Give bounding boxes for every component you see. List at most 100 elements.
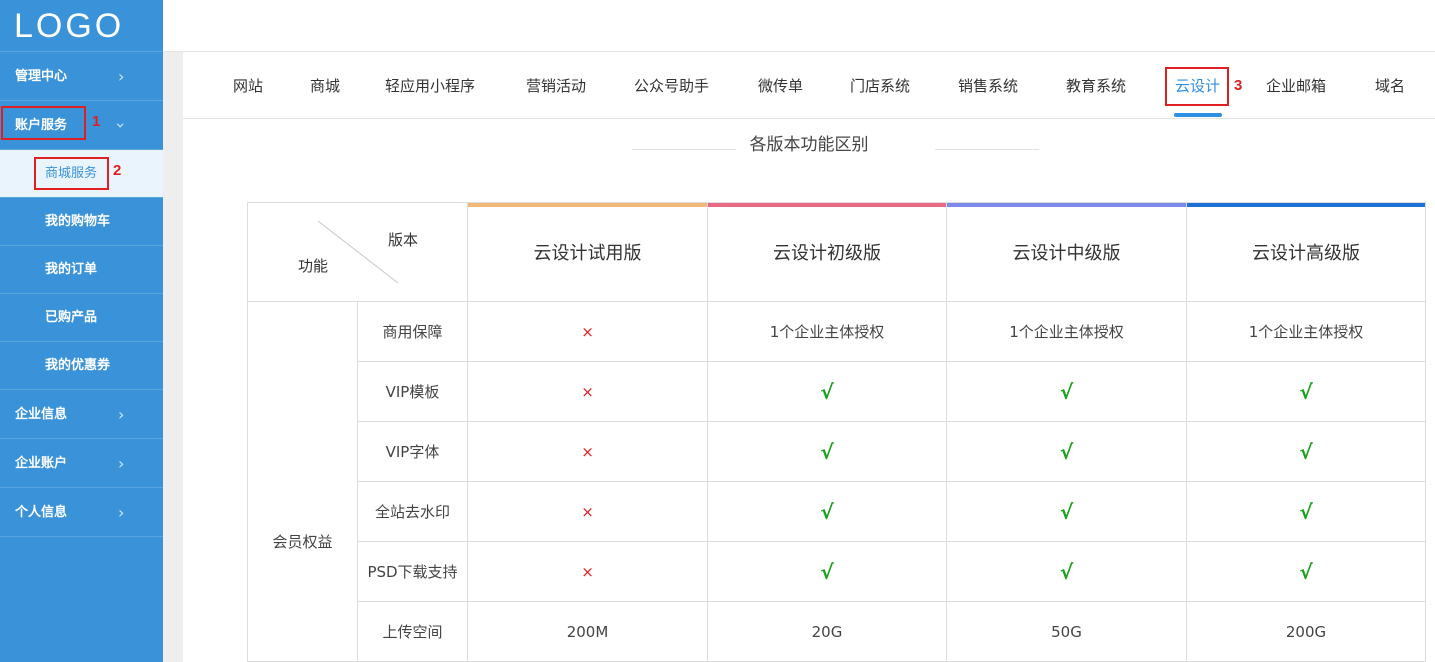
sidebar: LOGO 管理中心 › 账户服务 › 商城服务 我的购物车 我的订单 已购产品 … [0, 0, 163, 662]
sidebar-subitem-orders[interactable]: 我的订单 [0, 246, 163, 294]
cell-value: √ [946, 421, 1187, 482]
sidebar-item-company-account[interactable]: 企业账户 › [0, 439, 163, 488]
sidebar-subitem-label: 已购产品 [45, 310, 98, 325]
check-icon: √ [1299, 439, 1313, 464]
tab-sales-system[interactable]: 销售系统 [958, 53, 1018, 119]
annotation-number-2: 2 [113, 162, 122, 179]
tab-education-system[interactable]: 教育系统 [1066, 53, 1126, 119]
check-icon: √ [820, 379, 834, 404]
feature-name: PSD下载支持 [357, 541, 468, 602]
version-name: 云设计高级版 [1252, 243, 1360, 264]
feature-name: VIP模板 [357, 361, 468, 422]
chevron-right-icon: › [118, 405, 125, 424]
sidebar-subitem-coupons[interactable]: 我的优惠券 [0, 342, 163, 390]
section-title: 各版本功能区别 [749, 135, 869, 155]
sidebar-item-company-info[interactable]: 企业信息 › [0, 390, 163, 439]
tab-wechat-assistant[interactable]: 公众号助手 [634, 53, 709, 119]
cell-value: √ [946, 361, 1187, 422]
cell-value: × [467, 541, 708, 602]
cell-value: √ [1186, 361, 1426, 422]
tab-website[interactable]: 网站 [233, 53, 263, 119]
sidebar-item-management[interactable]: 管理中心 › [0, 52, 163, 101]
cell-value: × [467, 301, 708, 362]
check-icon: √ [820, 439, 834, 464]
sidebar-item-label: 企业信息 [15, 407, 68, 422]
version-header-basic: 云设计初级版 [707, 202, 947, 302]
chevron-right-icon: › [118, 454, 125, 473]
gutter [163, 52, 183, 662]
check-icon: √ [820, 559, 834, 584]
active-tab-underline [1174, 113, 1222, 117]
cell-value: √ [1186, 541, 1426, 602]
table-row: 会员权益 商用保障 × 1个企业主体授权 1个企业主体授权 1个企业主体授权 [247, 301, 1426, 662]
feature-name: 上传空间 [357, 601, 468, 662]
cell-value: 1个企业主体授权 [707, 301, 947, 362]
cell-value: √ [1186, 481, 1426, 542]
version-comparison-table: 版本 功能 云设计试用版 云设计初级版 云设计中级版 云设计高级版 会员权益 商… [247, 202, 1426, 662]
cell-value: √ [946, 481, 1187, 542]
product-tabs: 网站 商城 轻应用小程序 营销活动 公众号助手 微传单 门店系统 销售系统 教育… [183, 53, 1435, 119]
sidebar-subitem-purchased[interactable]: 已购产品 [0, 294, 163, 342]
version-header-advanced: 云设计高级版 [1186, 202, 1426, 302]
table-row: 上传空间 200M 20G 50G 200G [248, 601, 1426, 662]
cell-value: × [467, 481, 708, 542]
chevron-right-icon: › [118, 503, 125, 522]
sidebar-item-label: 管理中心 [15, 69, 68, 84]
cross-icon: × [581, 382, 594, 401]
tab-enterprise-mail[interactable]: 企业邮箱 [1266, 53, 1326, 119]
cell-value: 50G [946, 601, 1187, 662]
table-corner-cell: 版本 功能 [247, 202, 468, 302]
annotation-number-1: 1 [92, 113, 101, 130]
cross-icon: × [581, 562, 594, 581]
tab-marketing[interactable]: 营销活动 [526, 53, 586, 119]
cell-value: × [467, 421, 708, 482]
cross-icon: × [581, 502, 594, 521]
version-name: 云设计初级版 [773, 243, 881, 264]
annotation-box-3 [1165, 67, 1229, 106]
check-icon: √ [1299, 559, 1313, 584]
version-color-bar [468, 203, 707, 207]
table-header-row: 版本 功能 云设计试用版 云设计初级版 云设计中级版 云设计高级版 [247, 202, 1426, 302]
annotation-box-2 [34, 157, 109, 190]
cell-value: × [467, 361, 708, 422]
table-row: VIP字体 × √ √ √ [248, 421, 1426, 482]
cross-icon: × [581, 442, 594, 461]
tab-domain[interactable]: 域名 [1375, 53, 1405, 119]
check-icon: √ [1059, 379, 1074, 404]
corner-label-function: 功能 [298, 257, 329, 275]
cell-value: √ [707, 541, 947, 602]
version-header-intermediate: 云设计中级版 [946, 202, 1187, 302]
feature-name: 全站去水印 [357, 481, 468, 542]
sidebar-subitem-label: 我的订单 [45, 262, 98, 277]
cell-value: 20G [707, 601, 947, 662]
sidebar-item-personal-info[interactable]: 个人信息 › [0, 488, 163, 537]
tab-micro-flyer[interactable]: 微传单 [758, 53, 803, 119]
cross-icon: × [581, 322, 594, 341]
chevron-right-icon: › [118, 67, 125, 86]
title-divider-right [935, 149, 1039, 150]
version-name: 云设计中级版 [1012, 243, 1121, 264]
version-color-bar [1187, 203, 1425, 207]
version-color-bar [947, 203, 1186, 207]
version-color-bar [708, 203, 946, 207]
cell-value: √ [946, 541, 1187, 602]
cell-value: √ [707, 421, 947, 482]
sidebar-item-label: 企业账户 [15, 456, 68, 471]
tab-mall[interactable]: 商城 [310, 53, 340, 119]
corner-label-version: 版本 [388, 231, 419, 249]
check-icon: √ [1059, 559, 1074, 584]
table-row: VIP模板 × √ √ √ [248, 361, 1426, 422]
tab-mini-program[interactable]: 轻应用小程序 [385, 53, 475, 119]
chevron-down-icon: › [111, 122, 131, 129]
version-header-trial: 云设计试用版 [467, 202, 708, 302]
check-icon: √ [1299, 499, 1313, 524]
cell-value: √ [1186, 421, 1426, 482]
sidebar-subitem-cart[interactable]: 我的购物车 [0, 198, 163, 246]
sidebar-item-label: 个人信息 [15, 505, 68, 520]
logo: LOGO [0, 0, 163, 52]
top-bar [163, 0, 1435, 52]
tab-store-system[interactable]: 门店系统 [850, 53, 910, 119]
check-icon: √ [1299, 379, 1313, 404]
check-icon: √ [820, 499, 834, 524]
feature-name: 商用保障 [357, 301, 468, 362]
